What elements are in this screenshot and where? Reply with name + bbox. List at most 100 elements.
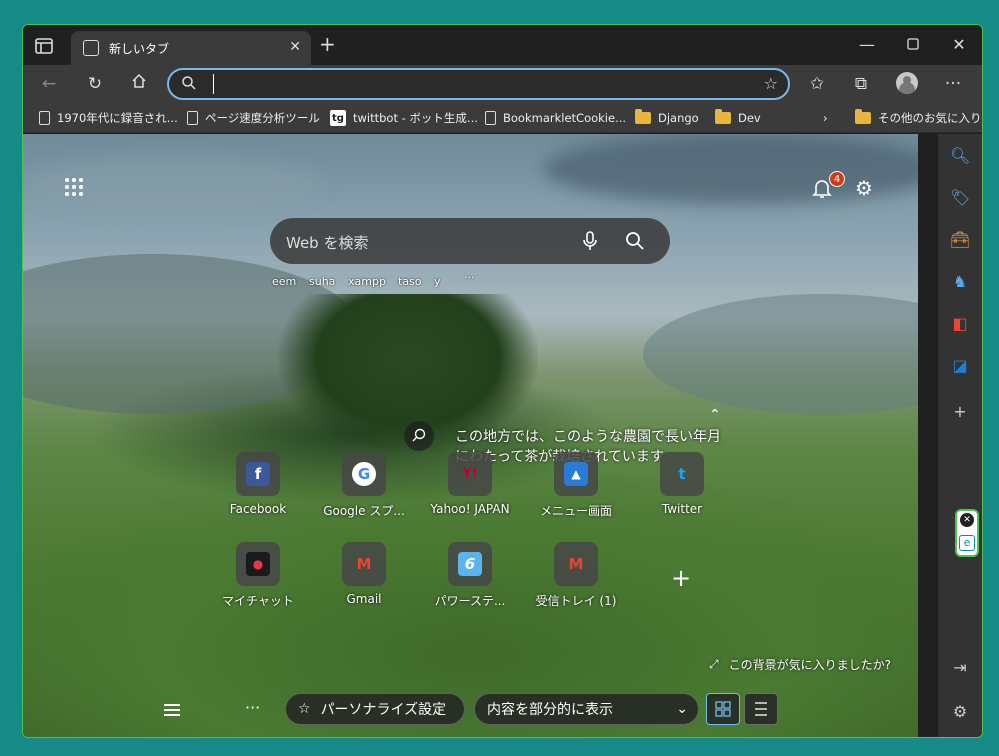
gmail-icon: M bbox=[356, 555, 372, 573]
tile-label: Facebook bbox=[229, 502, 287, 516]
bookmark-item[interactable]: BookmarkletCookie... bbox=[485, 109, 626, 127]
quick-link-tile[interactable]: Y! Yahoo! JAPAN bbox=[420, 452, 520, 542]
background-feedback[interactable]: ⤢ この背景が気に入りましたか? bbox=[709, 656, 891, 673]
quick-link-tile[interactable]: M 受信トレイ (1) bbox=[526, 542, 626, 632]
folder-icon bbox=[635, 109, 651, 124]
search-placeholder: Web を検索 bbox=[286, 234, 369, 252]
grid-view-icon bbox=[715, 701, 731, 717]
quick-link-tile[interactable]: t Twitter bbox=[632, 452, 732, 542]
refresh-icon[interactable]: ↻ bbox=[83, 72, 107, 96]
personalize-button[interactable]: ☆ パーソナライズ設定 bbox=[285, 693, 465, 725]
notification-count-badge: 4 bbox=[829, 171, 845, 187]
tile-icon-box: f bbox=[236, 452, 280, 496]
microphone-icon[interactable] bbox=[582, 230, 598, 252]
tab-new-tab[interactable]: 新しいタブ ✕ bbox=[71, 31, 311, 65]
background-like-question: この背景が気に入りましたか? bbox=[728, 658, 891, 672]
tile-label: パワーステ... bbox=[434, 594, 506, 608]
quick-link-tile[interactable]: 6 パワーステ... bbox=[420, 542, 520, 632]
tile-label: メニュー画面 bbox=[539, 504, 612, 518]
home-icon[interactable] bbox=[127, 72, 151, 96]
quick-search-more[interactable]: ··· bbox=[464, 271, 475, 284]
bookmark-item[interactable]: ページ速度分析ツール bbox=[187, 109, 320, 127]
sidebar-tools-icon[interactable]: 🧰︎ bbox=[950, 230, 970, 250]
add-favorite-star-icon[interactable]: ☆ bbox=[764, 74, 778, 93]
collections-icon[interactable]: ⧉ bbox=[849, 72, 873, 96]
back-arrow-icon[interactable]: ← bbox=[37, 72, 61, 96]
list-view-icon bbox=[755, 702, 767, 716]
new-tab-plus-icon[interactable]: + bbox=[319, 34, 336, 54]
quick-search-item[interactable]: xampp bbox=[348, 275, 386, 288]
quick-search-item[interactable]: suha bbox=[309, 275, 335, 288]
browser-window: 新しいタブ ✕ + — ✕ ← ↻ ☆ ✩ ⧉ ··· 1970年代に録音され.… bbox=[22, 24, 983, 738]
tab-close-icon[interactable]: ✕ bbox=[289, 39, 301, 55]
tile-icon-box: t bbox=[660, 452, 704, 496]
tile-label: Twitter bbox=[661, 502, 703, 516]
chevron-down-icon: ⌄ bbox=[676, 701, 688, 717]
quick-link-tile[interactable]: ● マイチャット bbox=[208, 542, 308, 632]
page-icon bbox=[39, 111, 50, 125]
quick-link-tile[interactable]: f Facebook bbox=[208, 452, 308, 542]
bookmark-item[interactable]: tg twittbot - ボット生成... bbox=[330, 109, 478, 127]
bookmark-folder-django[interactable]: Django bbox=[635, 109, 699, 127]
sidebar-settings-gear-icon[interactable]: ⚙ bbox=[950, 702, 970, 722]
tile-icon-box: M bbox=[554, 542, 598, 586]
widget-close-icon[interactable]: ✕ bbox=[960, 513, 974, 527]
tile-icon-box: ● bbox=[236, 542, 280, 586]
page-settings-gear-icon[interactable]: ⚙ bbox=[855, 176, 873, 200]
power-station-icon: 6 bbox=[458, 552, 482, 576]
minimize-icon[interactable]: — bbox=[857, 35, 877, 55]
bookmark-folder-dev[interactable]: Dev bbox=[715, 109, 761, 127]
quick-link-tile[interactable]: ▲ メニュー画面 bbox=[526, 452, 626, 542]
tab-title: 新しいタブ bbox=[109, 42, 170, 56]
caption-collapse-chevron-icon[interactable]: ⌃ bbox=[709, 407, 721, 423]
favorites-icon[interactable]: ✩ bbox=[805, 72, 829, 96]
list-view-button[interactable] bbox=[744, 693, 778, 725]
tile-icon-box: G bbox=[342, 452, 386, 496]
web-search-box[interactable]: Web を検索 bbox=[270, 218, 670, 264]
tab-actions-icon[interactable] bbox=[33, 35, 55, 57]
expand-arrows-icon[interactable]: ⤢ bbox=[709, 657, 719, 672]
new-tab-page: 4 ⚙ Web を検索 eem suha xampp taso y ··· この… bbox=[23, 134, 918, 737]
gmail-inbox-icon: M bbox=[568, 555, 584, 573]
add-site-plus-icon[interactable]: + bbox=[671, 564, 691, 592]
personalize-label: パーソナライズ設定 bbox=[320, 702, 447, 718]
more-menu-icon[interactable]: ··· bbox=[941, 72, 965, 96]
page-icon bbox=[485, 111, 496, 125]
bookmarks-overflow-chevron-icon[interactable]: › bbox=[823, 109, 828, 127]
address-input[interactable] bbox=[213, 74, 733, 94]
edge-sidebar: 🔍︎ 🏷︎ 🧰︎ ♞ ◧ ◪ + ⇥ ⚙ bbox=[938, 134, 982, 737]
floating-extension-widget[interactable]: ✕ e bbox=[955, 509, 979, 557]
sidebar-search-icon[interactable]: 🔍︎ bbox=[950, 146, 970, 166]
sidebar-games-icon[interactable]: ♞ bbox=[950, 272, 970, 292]
maximize-icon[interactable] bbox=[903, 35, 923, 55]
google-icon: G bbox=[352, 462, 376, 486]
profile-avatar[interactable] bbox=[896, 72, 918, 94]
tile-icon-box: M bbox=[342, 542, 386, 586]
tile-icon-box: 6 bbox=[448, 542, 492, 586]
sidebar-office-icon[interactable]: ◧ bbox=[950, 314, 970, 334]
feed-menu-hamburger-icon[interactable] bbox=[164, 704, 180, 716]
sidebar-outlook-icon[interactable]: ◪ bbox=[950, 356, 970, 376]
quick-search-item[interactable]: eem bbox=[272, 275, 296, 288]
new-tab-favicon-icon bbox=[83, 40, 99, 56]
quick-link-tile[interactable]: G Google スプ... bbox=[314, 452, 414, 542]
sidebar-shopping-tag-icon[interactable]: 🏷︎ bbox=[950, 188, 970, 208]
feed-bar: ··· ☆ パーソナライズ設定 内容を部分的に表示 ⌄ bbox=[23, 690, 918, 737]
bookmark-folder-other[interactable]: その他のお気に入り bbox=[855, 109, 982, 127]
tile-icon-box: Y! bbox=[448, 452, 492, 496]
bookmark-item[interactable]: 1970年代に録音され... bbox=[39, 109, 178, 127]
sidebar-collapse-icon[interactable]: ⇥ bbox=[950, 658, 970, 678]
feed-more-options-icon[interactable]: ··· bbox=[245, 698, 260, 717]
close-window-icon[interactable]: ✕ bbox=[949, 35, 969, 55]
app-launcher-grid-icon[interactable] bbox=[65, 178, 87, 200]
address-bar[interactable]: ☆ bbox=[167, 68, 790, 100]
quick-search-item[interactable]: y bbox=[434, 275, 441, 288]
grid-view-button[interactable] bbox=[706, 693, 740, 725]
quick-search-item[interactable]: taso bbox=[398, 275, 422, 288]
facebook-icon: f bbox=[246, 462, 270, 486]
sidebar-add-plus-icon[interactable]: + bbox=[950, 402, 970, 422]
quick-link-tile[interactable]: M Gmail bbox=[314, 542, 414, 632]
search-submit-icon[interactable] bbox=[624, 230, 646, 252]
content-display-dropdown[interactable]: 内容を部分的に表示 ⌄ bbox=[474, 693, 699, 725]
image-search-icon[interactable] bbox=[404, 421, 434, 451]
